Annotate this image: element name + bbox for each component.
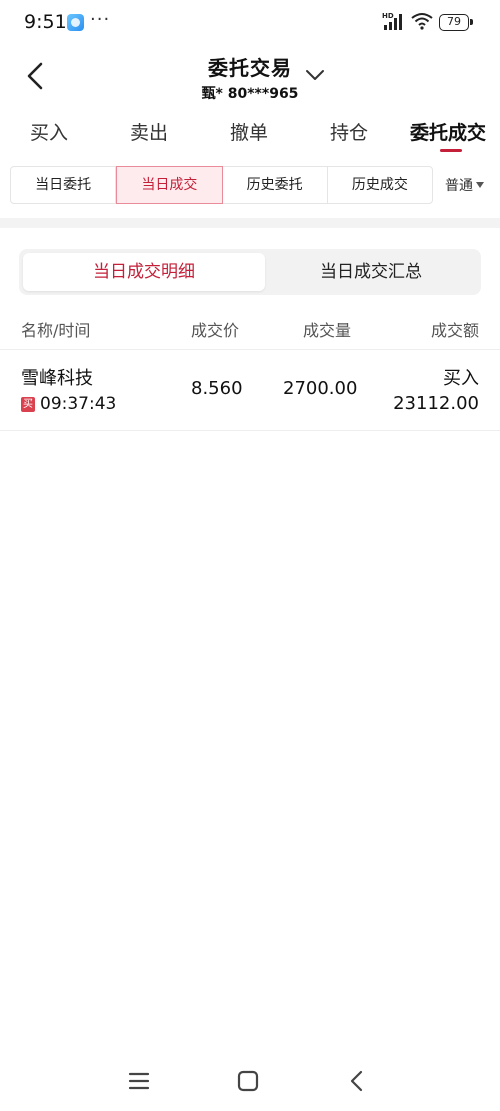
account-type-filter[interactable]: 普通 bbox=[445, 175, 484, 195]
trade-amount: 23112.00 bbox=[393, 393, 479, 414]
home-button[interactable] bbox=[233, 1066, 263, 1096]
trade-direction: 买入 bbox=[443, 368, 479, 389]
table-header: 名称/时间 成交价 成交量 成交额 bbox=[0, 304, 500, 350]
tab-positions[interactable]: 持仓 bbox=[330, 118, 368, 145]
segment-control: 当日成交明细 当日成交汇总 bbox=[19, 249, 481, 295]
account-switch-button[interactable] bbox=[303, 66, 327, 84]
tab-buy[interactable]: 买入 bbox=[30, 118, 68, 145]
subtab-today-orders[interactable]: 当日委托 bbox=[11, 167, 117, 203]
trade-time: 09:37:43 bbox=[40, 394, 117, 414]
status-bar: 9:51 ··· HD 79 bbox=[0, 0, 500, 44]
account-label: 甄* 80***965 bbox=[201, 86, 299, 102]
system-nav-bar bbox=[0, 1050, 500, 1111]
app-header: 委托交易 甄* 80***965 bbox=[0, 44, 500, 104]
menu-icon bbox=[128, 1072, 150, 1090]
trade-quantity: 2700.00 bbox=[283, 378, 358, 399]
sub-tabs: 当日委托 当日成交 历史委托 历史成交 bbox=[10, 166, 433, 204]
filter-label: 普通 bbox=[445, 178, 473, 194]
wifi-icon bbox=[411, 13, 433, 30]
more-notifications-icon: ··· bbox=[90, 9, 111, 30]
system-back-button[interactable] bbox=[342, 1066, 372, 1096]
tab-sell[interactable]: 卖出 bbox=[130, 118, 168, 145]
tab-cancel-order[interactable]: 撤单 bbox=[230, 118, 268, 145]
trade-price: 8.560 bbox=[191, 378, 243, 399]
subtab-history-trades[interactable]: 历史成交 bbox=[328, 167, 432, 203]
signal-icon bbox=[384, 14, 404, 30]
subtab-history-orders[interactable]: 历史委托 bbox=[223, 167, 328, 203]
back-triangle-icon bbox=[350, 1070, 363, 1092]
title-block[interactable]: 委托交易 甄* 80***965 bbox=[0, 52, 500, 103]
column-price: 成交价 bbox=[191, 321, 240, 340]
square-icon bbox=[237, 1070, 259, 1092]
section-divider bbox=[0, 218, 500, 228]
recent-apps-button[interactable] bbox=[124, 1066, 154, 1096]
column-amount: 成交额 bbox=[430, 321, 479, 340]
page-title: 委托交易 bbox=[208, 56, 292, 80]
status-time: 9:51 bbox=[24, 11, 67, 33]
battery-icon: 79 bbox=[439, 14, 473, 31]
tab-orders-trades[interactable]: 委托成交 bbox=[410, 118, 486, 145]
caret-down-icon bbox=[476, 182, 484, 188]
active-tab-indicator bbox=[440, 149, 462, 152]
column-name-time: 名称/时间 bbox=[21, 321, 91, 340]
app-notification-icon bbox=[67, 14, 84, 31]
buy-badge: 买 bbox=[21, 397, 35, 412]
chevron-down-icon bbox=[306, 70, 324, 80]
stock-name: 雪峰科技 bbox=[21, 368, 93, 389]
segment-today-detail[interactable]: 当日成交明细 bbox=[23, 253, 265, 291]
subtab-today-trades[interactable]: 当日成交 bbox=[116, 166, 223, 204]
segment-today-summary[interactable]: 当日成交汇总 bbox=[265, 253, 477, 291]
column-quantity: 成交量 bbox=[303, 321, 352, 340]
main-tabs: 买入 卖出 撤单 持仓 委托成交 bbox=[0, 104, 500, 156]
table-row[interactable]: 雪峰科技 买 09:37:43 8.560 2700.00 买入 23112.0… bbox=[0, 351, 500, 431]
